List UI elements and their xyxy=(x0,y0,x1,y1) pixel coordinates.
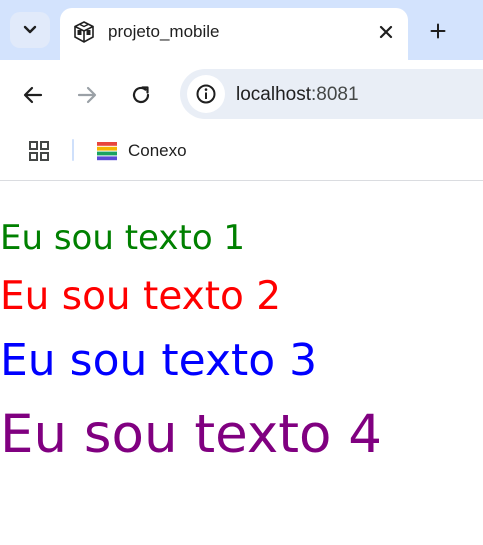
tab-title: projeto_mobile xyxy=(108,22,220,41)
toolbar: localhost:8081 xyxy=(0,60,483,130)
plus-icon xyxy=(430,23,446,39)
tab-strip: projeto_mobile xyxy=(0,0,483,60)
chevron-down-icon xyxy=(23,25,37,34)
close-tab-button[interactable] xyxy=(376,22,396,42)
arrow-left-icon xyxy=(23,86,43,104)
reload-button[interactable] xyxy=(127,81,155,109)
apps-grid-icon[interactable] xyxy=(28,140,50,162)
page-content: Eu sou texto 1 Eu sou texto 2 Eu sou tex… xyxy=(0,181,483,545)
bookmark-conexo[interactable]: Conexo xyxy=(96,140,187,162)
tab-active[interactable]: projeto_mobile xyxy=(60,8,408,60)
text-line-2: Eu sou texto 2 xyxy=(0,274,282,319)
site-info-button[interactable] xyxy=(187,75,225,113)
reload-icon xyxy=(132,86,150,104)
bookmarks-bar: Conexo xyxy=(0,130,483,181)
tab-search-button[interactable] xyxy=(10,12,50,48)
text-line-1: Eu sou texto 1 xyxy=(0,218,246,258)
text-line-3: Eu sou texto 3 xyxy=(0,335,318,386)
cube-favicon-icon xyxy=(74,21,94,43)
new-tab-button[interactable] xyxy=(424,17,452,45)
url-port: :8081 xyxy=(311,84,359,105)
arrow-right-icon xyxy=(77,86,97,104)
stripes-favicon-icon xyxy=(97,142,117,161)
close-icon xyxy=(379,25,393,39)
text-line-4: Eu sou texto 4 xyxy=(0,404,382,465)
address-bar[interactable]: localhost:8081 xyxy=(180,69,483,119)
back-button[interactable] xyxy=(19,81,47,109)
url-host: localhost xyxy=(236,84,311,105)
forward-button[interactable] xyxy=(73,81,101,109)
info-icon xyxy=(196,84,216,104)
url-text[interactable]: localhost:8081 xyxy=(236,84,359,106)
bookmark-label: Conexo xyxy=(128,141,187,160)
bookmarks-separator xyxy=(72,139,74,161)
